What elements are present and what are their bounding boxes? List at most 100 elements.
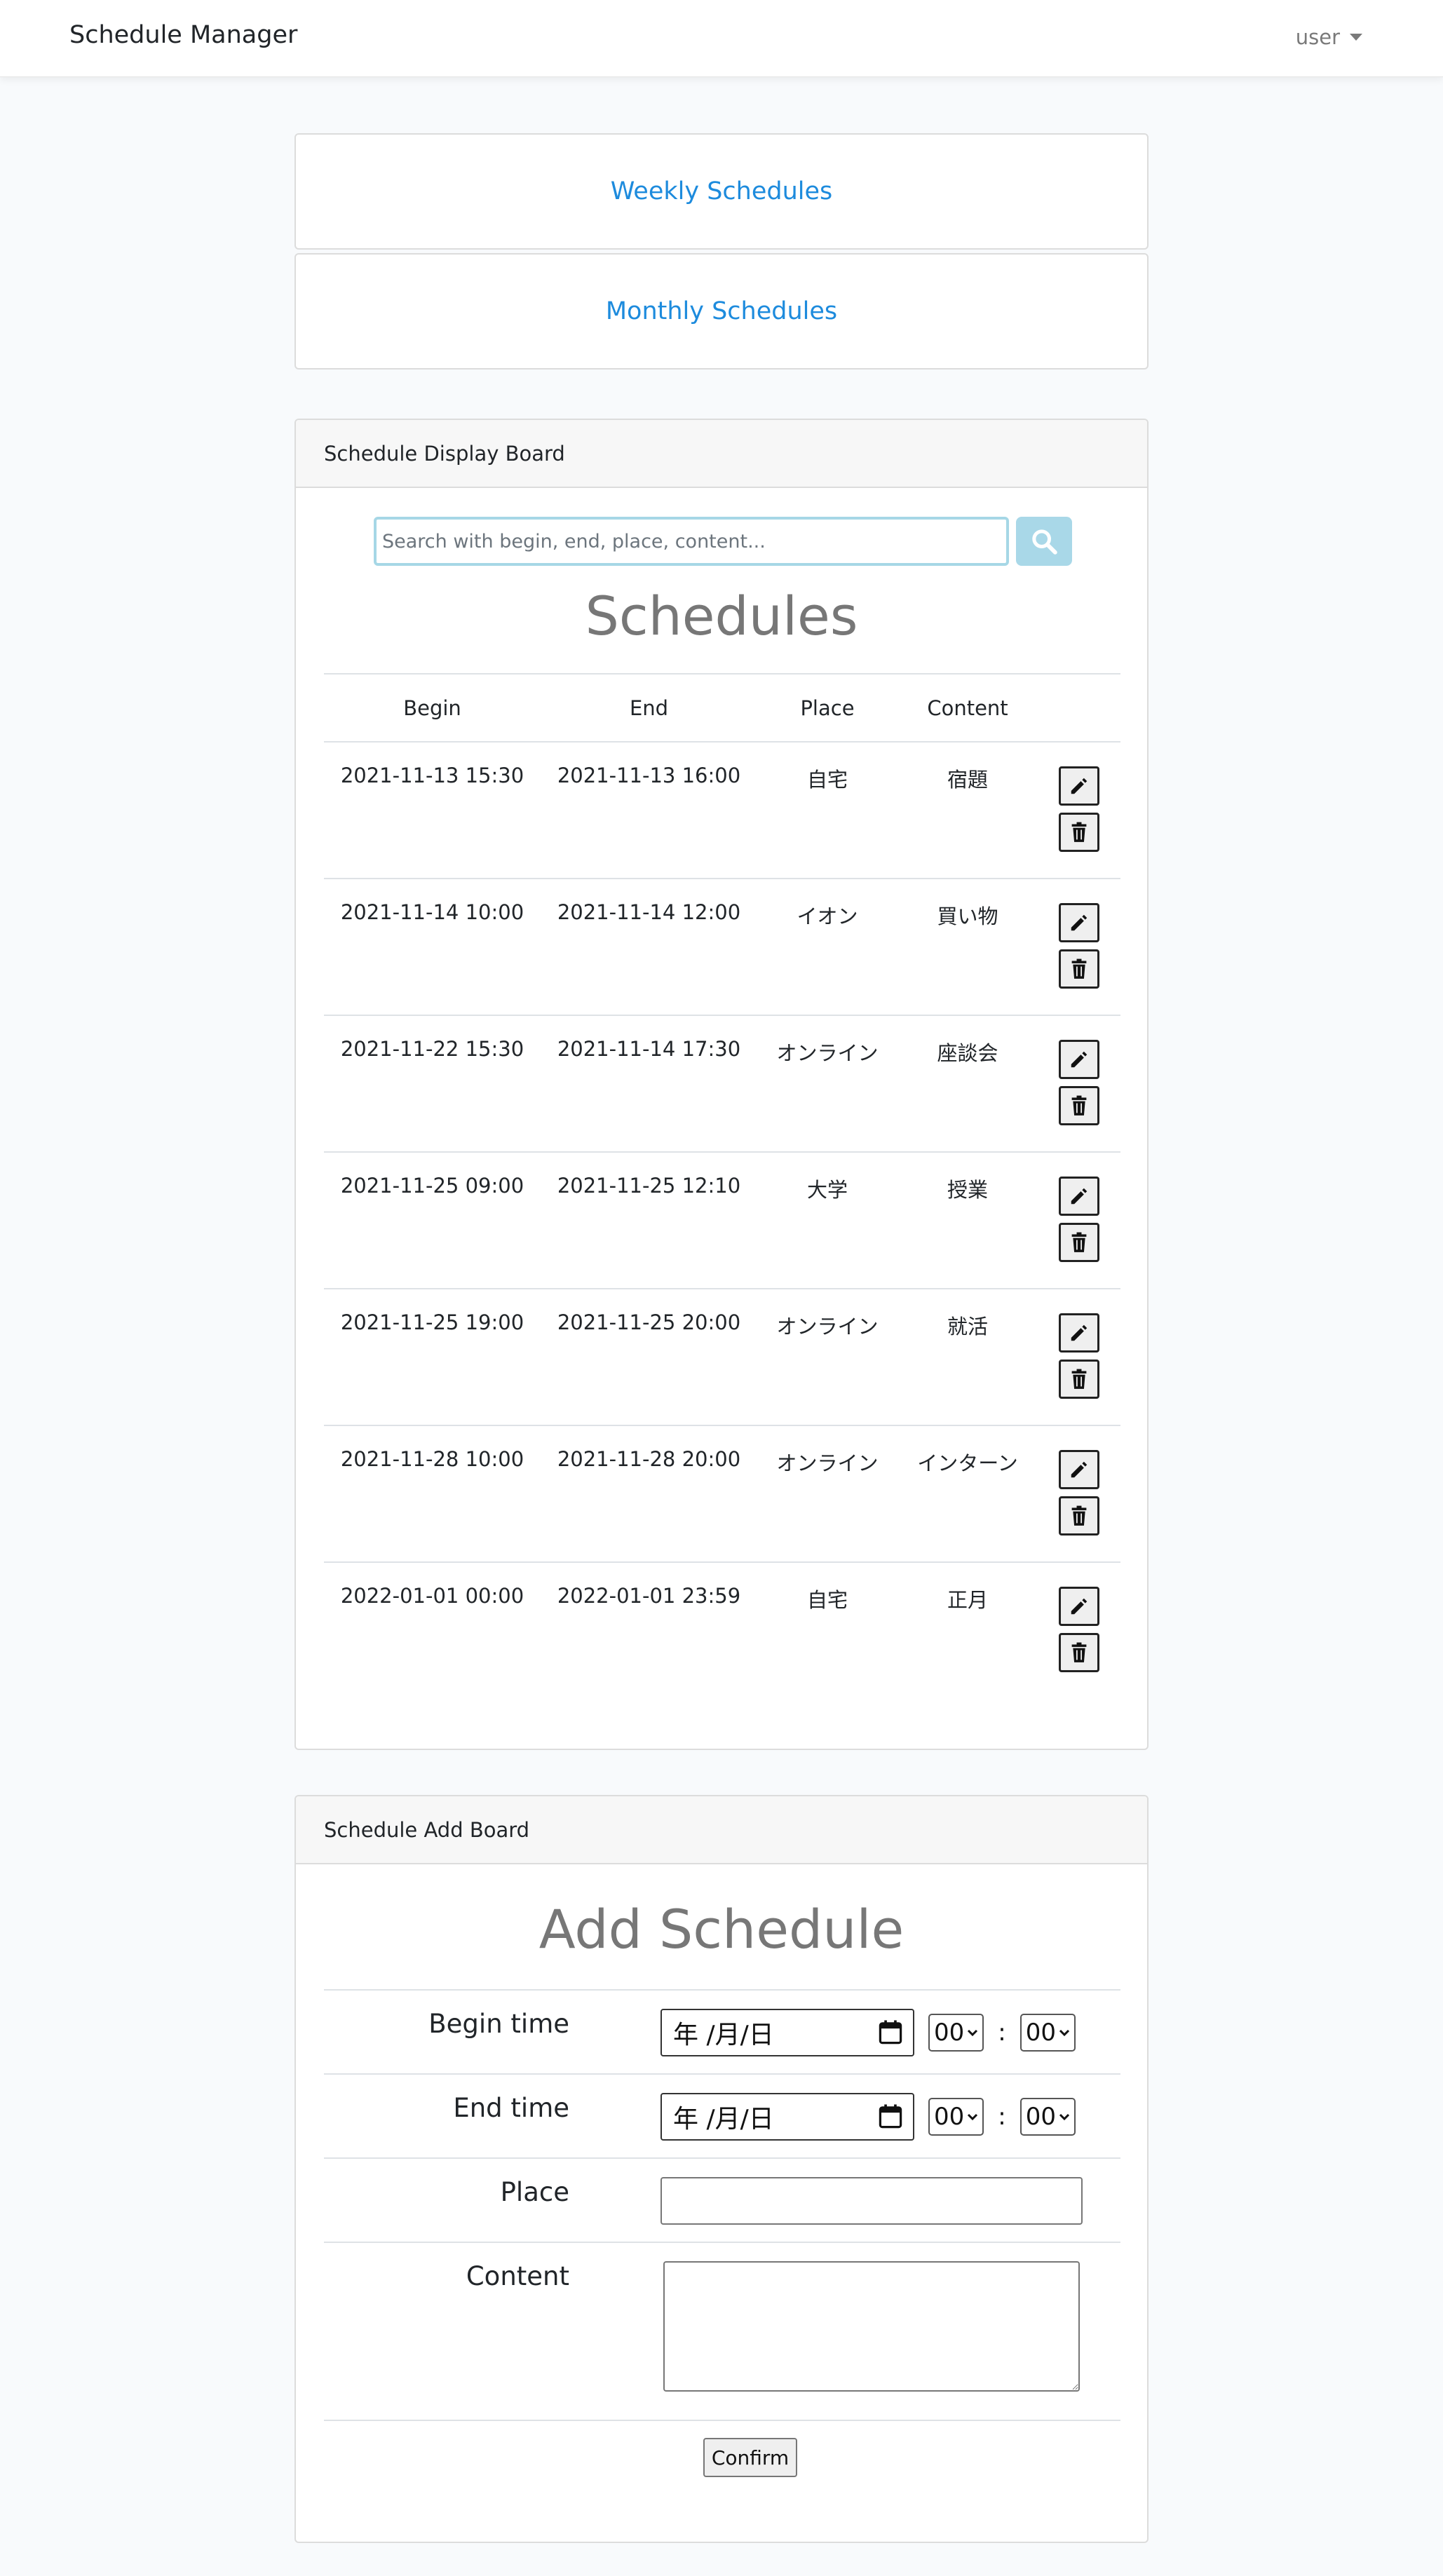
begin-minute-value: 00 (1025, 2019, 1056, 2047)
cell-end: 2021-11-25 20:00 (541, 1289, 757, 1426)
table-row: 2021-11-14 10:00 2021-11-14 12:00 イオン 買い物 (324, 879, 1120, 1016)
end-hour-select[interactable]: 00 (928, 2098, 984, 2136)
monthly-card: Monthly Schedules (294, 253, 1149, 370)
begin-hour-select[interactable]: 00 (928, 2014, 984, 2052)
delete-button[interactable] (1059, 949, 1099, 989)
add-schedule-title: Add Schedule (538, 1898, 905, 1960)
end-date-input[interactable]: 年 /月/日 (660, 2093, 914, 2141)
cell-actions (1038, 1289, 1120, 1426)
pencil-icon (1071, 1461, 1088, 1478)
calendar-icon[interactable] (878, 2103, 903, 2130)
edit-button[interactable] (1059, 903, 1099, 942)
cell-begin: 2021-11-14 10:00 (324, 879, 541, 1016)
begin-time-row: Begin time 年 /月/日 00: 00 (324, 1989, 1120, 2074)
table-row: 2021-11-22 15:30 2021-11-14 17:30 オンライン 座談会 (324, 1015, 1120, 1153)
pencil-icon (1071, 1188, 1088, 1205)
table-row: 2021-11-25 19:00 2021-11-25 20:00 オンライン 就活 (324, 1289, 1120, 1426)
cell-content: 正月 (947, 1588, 988, 1612)
add-schedule-form: Begin time 年 /月/日 00: 00 End time 年 /月/… (324, 1989, 1120, 2477)
cell-begin: 2021-11-25 19:00 (324, 1289, 541, 1426)
content-label: Content (324, 2242, 576, 2420)
cell-begin: 2021-11-22 15:30 (324, 1015, 541, 1153)
begin-date-input[interactable]: 年 /月/日 (660, 2009, 914, 2056)
begin-time-label: Begin time (324, 1989, 576, 2074)
edit-button[interactable] (1059, 1040, 1099, 1079)
user-dropdown[interactable]: user (1296, 25, 1362, 49)
content-textarea[interactable] (663, 2261, 1080, 2392)
cell-content: 授業 (897, 1152, 1038, 1289)
cell-begin: 2022-01-01 00:00 (340, 1584, 524, 1608)
end-minute-value: 00 (1025, 2103, 1056, 2131)
begin-minute-select[interactable]: 00 (1019, 2014, 1076, 2052)
calendar-icon[interactable] (878, 2019, 903, 2046)
cell-end: 2021-11-28 20:00 (541, 1425, 757, 1563)
schedule-table: Begin End Place Content 2021-11-13 15:30… (324, 673, 1120, 1699)
cell-content: 買い物 (897, 879, 1038, 1016)
monthly-schedules-link[interactable]: Monthly Schedules (606, 297, 837, 325)
trash-icon (1071, 1095, 1087, 1116)
brand[interactable]: Schedule Manager (69, 21, 297, 49)
confirm-button[interactable]: Confirm (703, 2438, 797, 2477)
cell-place: 自宅 (806, 1588, 848, 1612)
pencil-icon (1071, 1051, 1088, 1068)
table-row: 2021-11-25 09:00 2021-11-25 12:10 大学 授業 (324, 1152, 1120, 1289)
edit-button[interactable] (1059, 766, 1099, 806)
search-button[interactable] (1016, 517, 1072, 566)
place-row: Place (324, 2157, 1120, 2242)
search-icon (1032, 529, 1057, 555)
cell-begin: 2021-11-25 09:00 (324, 1152, 541, 1289)
trash-icon (1071, 1369, 1087, 1389)
cell-end: 2021-11-14 17:30 (541, 1015, 757, 1153)
trash-icon (1071, 822, 1087, 842)
user-name: user (1295, 25, 1340, 49)
search-bar (374, 517, 1072, 566)
table-row: 2021-11-28 10:00 2021-11-28 20:00 オンライン インタ… (324, 1425, 1120, 1563)
schedule-add-board: Schedule Add Board Add Schedule Begin ti… (294, 1795, 1149, 2543)
cell-actions (1038, 1425, 1120, 1563)
cell-begin: 2021-11-13 15:30 (324, 742, 541, 879)
delete-button[interactable] (1059, 1633, 1099, 1672)
edit-button[interactable] (1059, 1450, 1099, 1489)
weekly-schedules-link[interactable]: Weekly Schedules (611, 177, 833, 205)
pencil-icon (1071, 1598, 1088, 1615)
cell-end: 2021-11-14 12:00 (541, 879, 757, 1016)
edit-button[interactable] (1059, 1313, 1099, 1353)
delete-button[interactable] (1059, 1496, 1099, 1536)
cell-content: 座談会 (897, 1015, 1038, 1153)
cell-actions (1038, 742, 1120, 879)
place-label: Place (324, 2157, 576, 2242)
pencil-icon (1071, 1324, 1088, 1341)
end-minute-select[interactable]: 00 (1019, 2098, 1076, 2136)
column-place: Place (757, 673, 897, 743)
chevron-down-icon (968, 2029, 978, 2037)
schedule-display-board: Schedule Display Board Schedules Begin E… (294, 419, 1149, 1750)
weekly-card: Weekly Schedules (294, 133, 1149, 250)
delete-button[interactable] (1059, 1086, 1099, 1125)
place-input[interactable] (660, 2177, 1083, 2225)
display-board-header: Schedule Display Board (296, 420, 1147, 488)
content-row: Content (324, 2242, 1120, 2420)
cell-actions (1038, 879, 1120, 1016)
delete-button[interactable] (1059, 1360, 1099, 1399)
cell-place: イオン (757, 879, 897, 1016)
delete-button[interactable] (1059, 813, 1099, 852)
cell-end: 2021-11-25 12:10 (541, 1152, 757, 1289)
edit-button[interactable] (1059, 1587, 1099, 1626)
cell-place: 自宅 (757, 742, 897, 879)
cell-content: 就活 (897, 1289, 1038, 1426)
cell-actions (1038, 1015, 1120, 1153)
pencil-icon (1071, 778, 1088, 794)
search-input[interactable] (374, 517, 1009, 566)
cell-place: オンライン (757, 1425, 897, 1563)
add-board-header: Schedule Add Board (296, 1796, 1147, 1864)
delete-button[interactable] (1059, 1223, 1099, 1262)
confirm-row: Confirm (324, 2420, 1120, 2477)
edit-button[interactable] (1059, 1177, 1099, 1216)
cell-actions (1038, 1152, 1120, 1289)
cell-content: インターン (897, 1425, 1038, 1563)
begin-hour-value: 00 (934, 2019, 965, 2047)
trash-icon (1071, 1505, 1087, 1526)
column-actions (1038, 673, 1120, 743)
schedules-title: Schedules (585, 585, 858, 647)
column-begin: Begin (324, 673, 541, 743)
